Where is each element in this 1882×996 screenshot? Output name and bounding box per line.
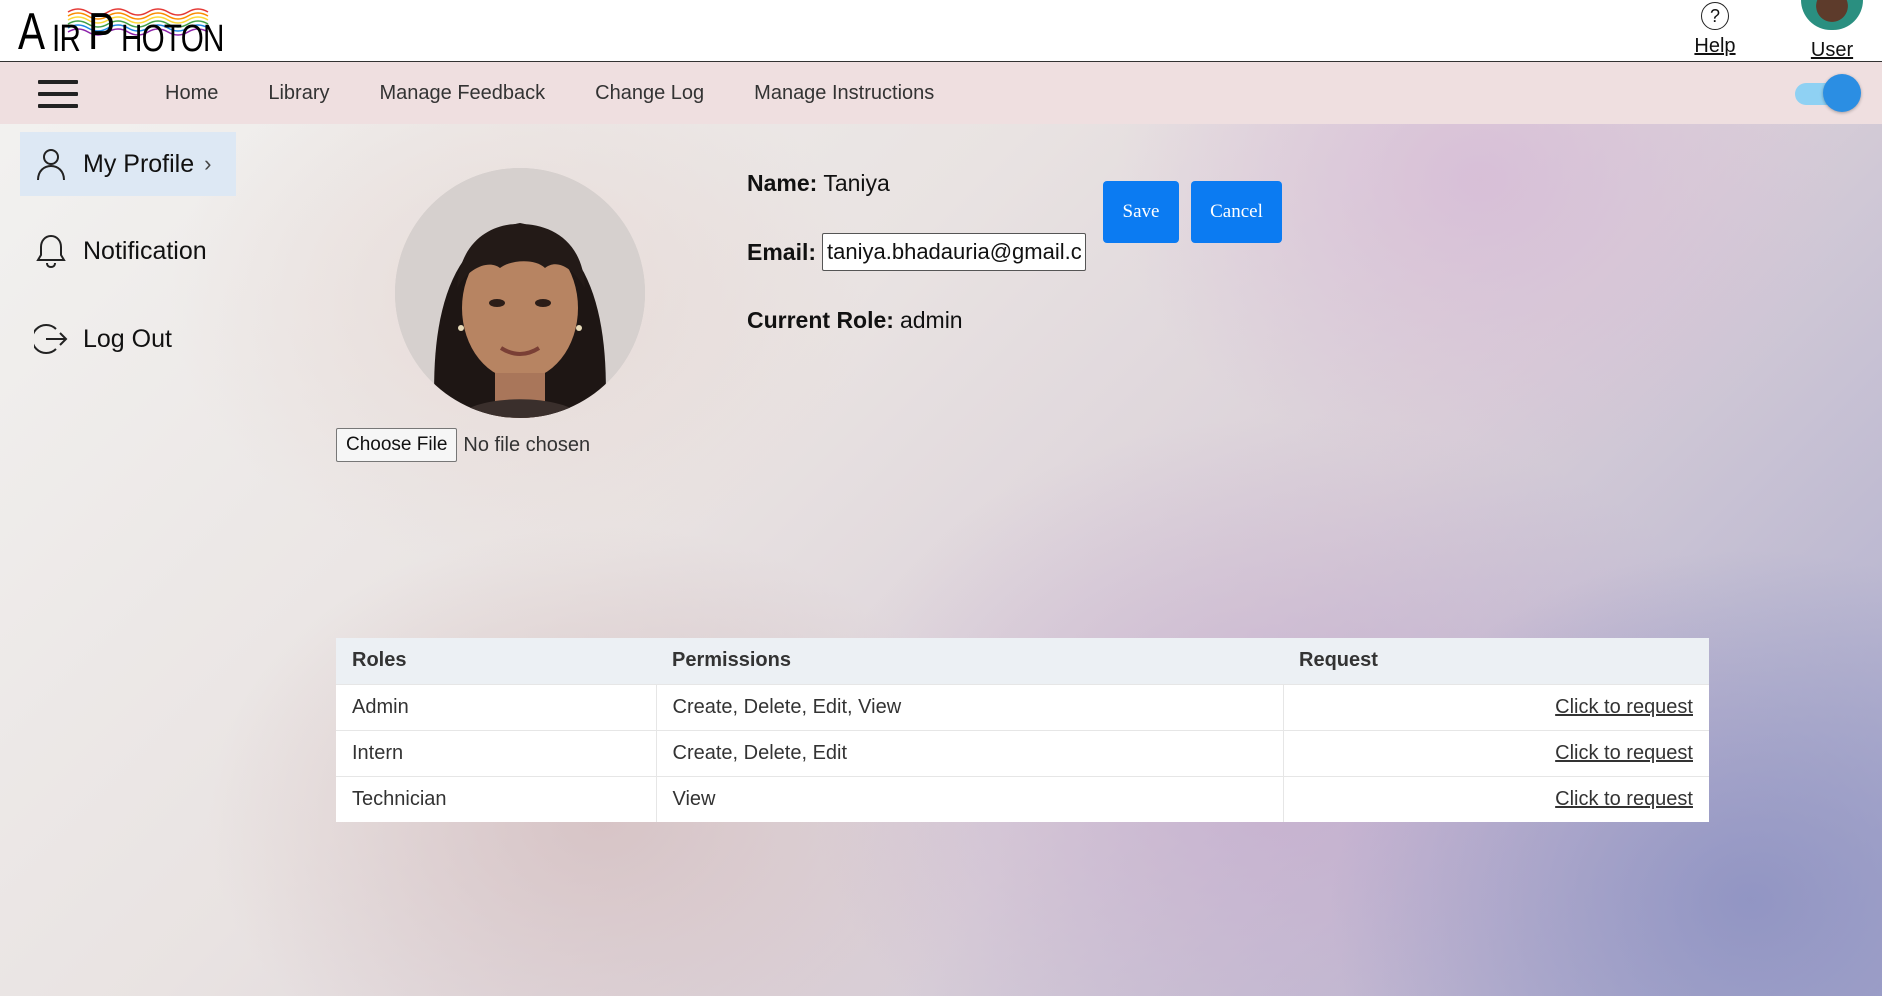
theme-toggle[interactable]	[1795, 74, 1861, 112]
email-label: Email:	[747, 238, 817, 265]
cancel-button[interactable]: Cancel	[1191, 181, 1282, 243]
choose-file-button[interactable]: Choose File	[336, 428, 458, 462]
request-cell: Click to request	[1282, 729, 1709, 776]
name-row: Name: Taniya	[747, 170, 890, 197]
role-label: Current Role:	[747, 307, 894, 333]
header-roles: Roles	[336, 638, 656, 684]
save-button[interactable]: Save	[1103, 181, 1179, 243]
request-link[interactable]: Click to request	[1555, 742, 1693, 764]
profile-photo	[395, 168, 645, 418]
request-cell: Click to request	[1282, 775, 1709, 822]
question-circle-icon: ?	[1701, 2, 1729, 30]
request-cell: Click to request	[1282, 683, 1709, 730]
permissions-cell: View	[655, 775, 1283, 822]
table-row: Technician View Click to request	[336, 775, 1709, 822]
sidebar-item-label: My Profile	[83, 149, 195, 178]
nav-home[interactable]: Home	[165, 82, 218, 105]
logo-wordmark: A IR P HOTON	[18, 3, 225, 61]
roles-table: Roles Permissions Request Admin Create, …	[336, 638, 1709, 822]
header-request: Request	[1283, 638, 1709, 684]
request-link[interactable]: Click to request	[1555, 696, 1693, 718]
bell-icon	[33, 233, 69, 269]
user-label: User	[1810, 39, 1854, 61]
user-avatar	[1801, 0, 1863, 30]
nav-bar: Home Library Manage Feedback Change Log …	[0, 62, 1882, 124]
toggle-knob	[1823, 74, 1861, 112]
role-row: Current Role: admin	[747, 307, 963, 334]
sidebar-item-label: Notification	[83, 236, 207, 265]
logout-icon	[33, 321, 69, 357]
user-icon	[33, 146, 69, 182]
airphoton-logo[interactable]: A IR P HOTON	[18, 2, 225, 58]
sidebar-item-log-out[interactable]: Log Out	[20, 307, 236, 371]
table-row: Admin Create, Delete, Edit, View Click t…	[336, 683, 1709, 730]
role-cell: Technician	[336, 775, 656, 822]
file-status: No file chosen	[463, 433, 591, 456]
nav-manage-instructions[interactable]: Manage Instructions	[754, 82, 934, 105]
sidebar-item-label: Log Out	[83, 324, 172, 353]
nav-library[interactable]: Library	[268, 82, 329, 105]
role-cell: Admin	[336, 683, 656, 730]
sidebar-item-my-profile[interactable]: My Profile ›	[20, 132, 236, 196]
nav-manage-feedback[interactable]: Manage Feedback	[380, 82, 546, 105]
hamburger-menu-icon[interactable]	[38, 80, 78, 108]
chevron-right-icon: ›	[204, 151, 212, 176]
sidebar-item-notification[interactable]: Notification	[20, 219, 236, 283]
user-menu[interactable]: User	[1792, 0, 1872, 62]
email-row: Email:	[747, 233, 1087, 271]
header-permissions: Permissions	[656, 638, 1283, 684]
help-link[interactable]: ? Help	[1690, 2, 1740, 60]
help-label: Help	[1694, 35, 1736, 57]
name-label: Name:	[747, 170, 818, 196]
name-value: Taniya	[823, 170, 890, 196]
role-cell: Intern	[336, 729, 656, 776]
email-input[interactable]	[822, 233, 1087, 271]
permissions-cell: Create, Delete, Edit, View	[655, 683, 1283, 730]
nav-change-log[interactable]: Change Log	[595, 82, 704, 105]
permissions-cell: Create, Delete, Edit	[655, 729, 1283, 776]
file-upload: Choose File No file chosen	[336, 428, 590, 462]
table-row: Intern Create, Delete, Edit Click to req…	[336, 729, 1709, 776]
table-header-row: Roles Permissions Request	[336, 638, 1709, 684]
request-link[interactable]: Click to request	[1555, 788, 1693, 810]
nav-links: Home Library Manage Feedback Change Log …	[165, 62, 984, 124]
top-header: A IR P HOTON ? Help User	[0, 0, 1882, 62]
role-value: admin	[899, 307, 963, 333]
